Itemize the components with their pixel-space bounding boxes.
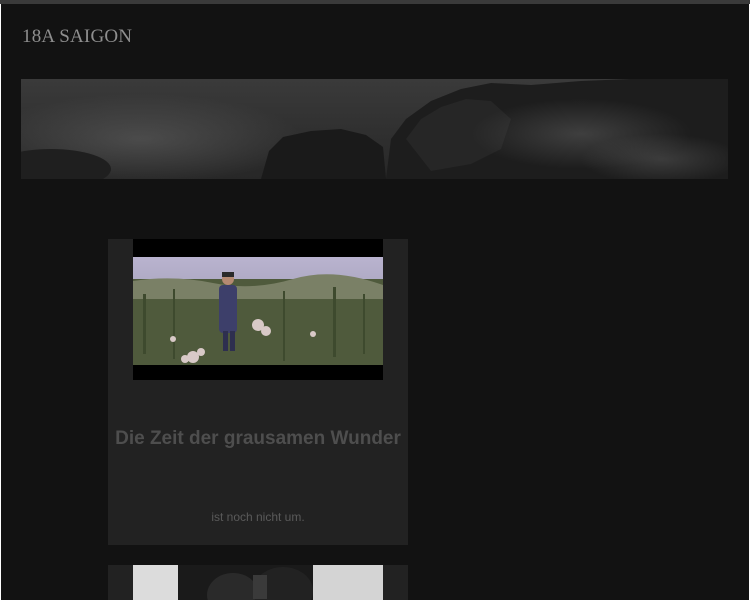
post-card[interactable]: [108, 565, 408, 600]
mountain-banner-illustration: [21, 79, 728, 179]
post-title-link[interactable]: Die Zeit der grausamen Wunder: [108, 429, 408, 449]
flower-field-film-still: [133, 239, 383, 380]
page-container: 18A SAIGON Die Zeit der grausamen Wunder…: [1, 4, 749, 600]
post-card[interactable]: Die Zeit der grausamen Wunder ist noch n…: [108, 239, 408, 545]
post-thumbnail[interactable]: [133, 565, 383, 600]
header-banner-image: [21, 79, 728, 179]
post-thumbnail[interactable]: [133, 239, 383, 380]
doorway-film-still: [133, 565, 383, 600]
site-title-link[interactable]: 18A SAIGON: [22, 26, 132, 48]
post-excerpt: ist noch nicht um.: [211, 510, 305, 524]
